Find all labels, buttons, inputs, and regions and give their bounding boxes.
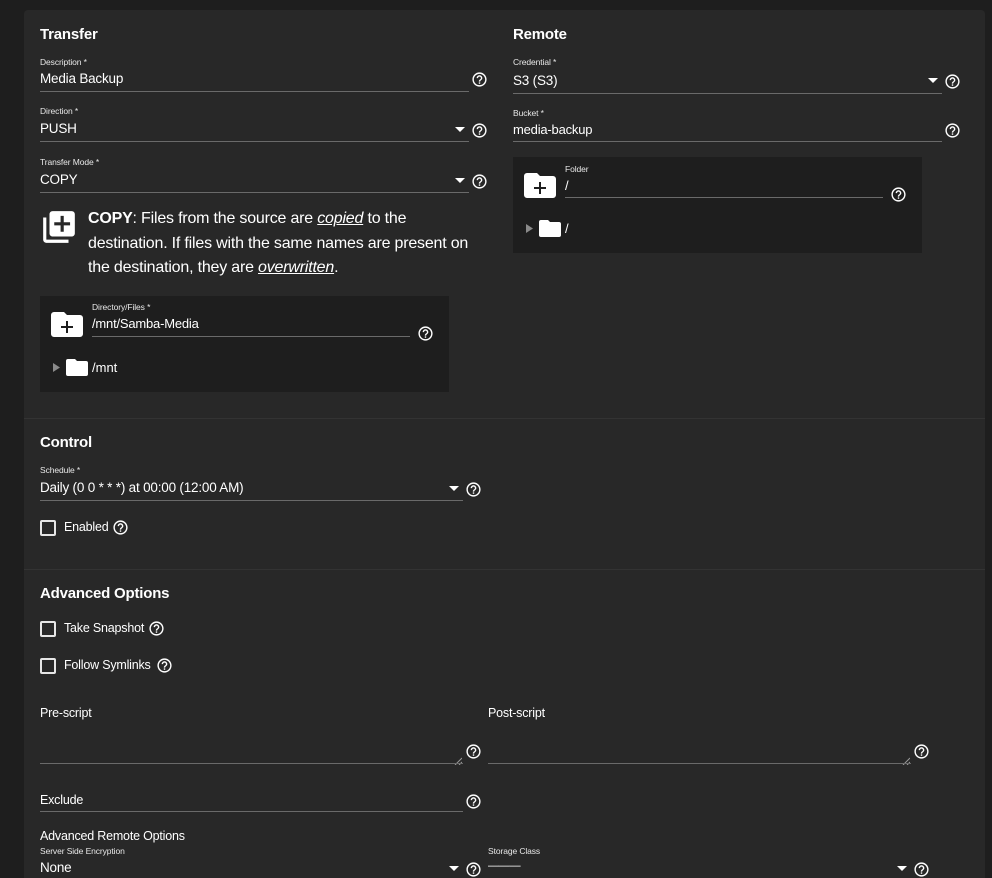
follow-symlinks-label[interactable]: Follow Symlinks <box>64 658 151 672</box>
storage-class-label: Storage Class <box>488 846 541 856</box>
textarea-resize-icon[interactable] <box>902 752 911 766</box>
storage-class-dropdown-caret-icon[interactable] <box>897 866 907 871</box>
mode-name: COPY <box>88 210 133 227</box>
schedule-underline <box>40 500 463 501</box>
schedule-label: Schedule * <box>40 465 81 475</box>
folder-icon <box>66 359 88 376</box>
folder-help-icon[interactable] <box>890 186 907 203</box>
library-add-icon <box>40 208 78 246</box>
control-heading: Control <box>40 434 92 451</box>
schedule-help-icon[interactable] <box>465 481 482 498</box>
direction-dropdown-caret-icon[interactable] <box>455 127 465 132</box>
credential-label: Credential * <box>513 57 557 67</box>
folder-label: Folder <box>565 164 589 174</box>
direction-underline <box>40 141 469 142</box>
enabled-label[interactable]: Enabled <box>64 520 109 534</box>
post-script-help-icon[interactable] <box>913 743 930 760</box>
description-underline <box>40 91 469 92</box>
pre-script-help-icon[interactable] <box>465 743 482 760</box>
description-help-icon[interactable] <box>471 71 488 88</box>
credential-dropdown-caret-icon[interactable] <box>928 78 938 83</box>
section-divider-control <box>24 418 985 419</box>
schedule-select[interactable]: Daily (0 0 * * *) at 00:00 (12:00 AM) <box>40 480 244 495</box>
directory-files-underline <box>92 336 410 337</box>
advanced-options-heading: Advanced Options <box>40 585 170 602</box>
enabled-help-icon[interactable] <box>112 519 129 536</box>
folder-underline <box>565 197 883 198</box>
mode-text-1: : Files from the source are <box>132 210 318 227</box>
transfer-mode-description: COPY: Files from the source are copied t… <box>88 207 488 281</box>
directory-tree-node[interactable]: /mnt <box>92 360 117 375</box>
take-snapshot-help-icon[interactable] <box>148 620 165 637</box>
directory-files-help-icon[interactable] <box>417 325 434 342</box>
post-script-label: Post-script <box>488 706 545 720</box>
remote-heading: Remote <box>513 26 567 43</box>
directory-files-label: Directory/Files * <box>92 302 151 312</box>
mode-emphasis-overwritten: overwritten <box>258 259 335 276</box>
exclude-help-icon[interactable] <box>465 793 482 810</box>
transfer-mode-dropdown-caret-icon[interactable] <box>455 178 465 183</box>
expand-triangle-icon[interactable] <box>53 363 61 372</box>
direction-select[interactable]: PUSH <box>40 121 77 136</box>
follow-symlinks-help-icon[interactable] <box>156 657 173 674</box>
directory-files-input[interactable]: /mnt/Samba-Media <box>92 316 199 331</box>
section-divider-advanced <box>24 569 985 570</box>
direction-help-icon[interactable] <box>471 122 488 139</box>
credential-help-icon[interactable] <box>944 73 961 90</box>
exclude-input[interactable] <box>40 790 463 811</box>
exclude-underline <box>40 811 463 812</box>
bucket-help-icon[interactable] <box>944 122 961 139</box>
folder-input[interactable]: / <box>565 178 569 193</box>
transfer-mode-select[interactable]: COPY <box>40 172 78 187</box>
folder-icon <box>539 220 561 237</box>
bucket-label: Bucket * <box>513 108 544 118</box>
post-script-underline <box>488 763 911 764</box>
bucket-input[interactable]: media-backup <box>513 122 592 137</box>
mode-emphasis-copied: copied <box>317 210 364 227</box>
server-side-encryption-help-icon[interactable] <box>465 861 482 878</box>
transfer-mode-underline <box>40 192 469 193</box>
bucket-underline <box>513 141 942 142</box>
expand-triangle-icon[interactable] <box>526 224 534 233</box>
description-input[interactable]: Media Backup <box>40 71 123 86</box>
description-label: Description * <box>40 57 87 67</box>
schedule-dropdown-caret-icon[interactable] <box>449 486 459 491</box>
transfer-mode-help-icon[interactable] <box>471 173 488 190</box>
follow-symlinks-checkbox[interactable] <box>40 658 56 674</box>
pre-script-underline <box>40 763 463 764</box>
server-side-encryption-label: Server Side Encryption <box>40 846 125 856</box>
storage-class-select[interactable]: ——— <box>488 860 521 872</box>
create-folder-icon[interactable] <box>51 312 83 337</box>
server-side-encryption-dropdown-caret-icon[interactable] <box>449 866 459 871</box>
transfer-heading: Transfer <box>40 26 98 43</box>
take-snapshot-label[interactable]: Take Snapshot <box>64 621 144 635</box>
transfer-mode-label: Transfer Mode * <box>40 157 100 167</box>
textarea-resize-icon[interactable] <box>454 752 463 766</box>
direction-label: Direction * <box>40 106 79 116</box>
credential-select[interactable]: S3 (S3) <box>513 73 558 88</box>
enabled-checkbox[interactable] <box>40 520 56 536</box>
create-folder-icon[interactable] <box>524 173 556 198</box>
credential-underline <box>513 93 942 94</box>
post-script-textarea[interactable] <box>488 726 911 763</box>
folder-tree-node[interactable]: / <box>565 221 569 236</box>
advanced-remote-options-heading: Advanced Remote Options <box>40 829 185 843</box>
server-side-encryption-select[interactable]: None <box>40 860 72 875</box>
pre-script-label: Pre-script <box>40 706 92 720</box>
storage-class-help-icon[interactable] <box>913 861 930 878</box>
take-snapshot-checkbox[interactable] <box>40 621 56 637</box>
pre-script-textarea[interactable] <box>40 726 463 763</box>
mode-text-3: . <box>334 259 339 276</box>
